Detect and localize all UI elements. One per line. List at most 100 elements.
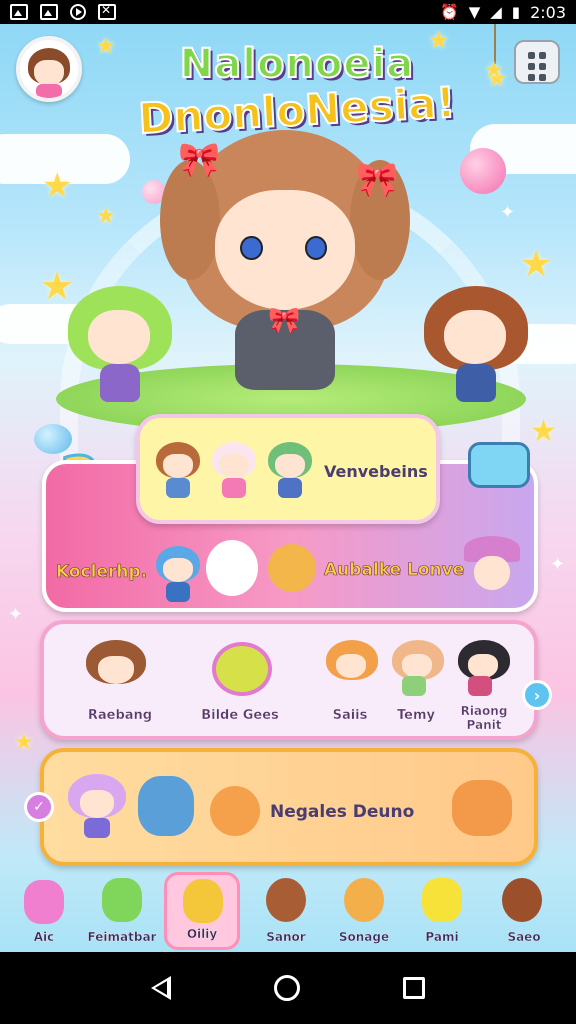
fox-character-icon: [452, 780, 512, 836]
game-title: Nalonoeia DnonloNesia!: [112, 41, 482, 144]
character-list-panel[interactable]: Raebang Bilde Gees Saiis Temy Riaong Pan…: [40, 620, 538, 740]
green-hair-character-icon: [268, 442, 312, 500]
grid-dot-icon: [539, 74, 546, 81]
avatar-body: [36, 84, 62, 98]
character-eye: [240, 235, 263, 260]
tab-label: Aic: [33, 930, 55, 944]
home-icon[interactable]: [273, 975, 300, 1001]
cube-mascot-icon: [468, 442, 530, 488]
tab-aic[interactable]: Aic: [6, 872, 82, 950]
list-character-5[interactable]: [458, 640, 510, 698]
signal-icon: ◢: [490, 3, 502, 21]
clock: 2:03: [530, 2, 566, 22]
back-icon[interactable]: [151, 976, 172, 1000]
grid-dot-icon: [539, 52, 546, 59]
hair-bow-icon: 🎀: [356, 160, 399, 200]
pink-panel-left-label: Koclerhp.: [56, 562, 148, 583]
hat-character: [464, 536, 520, 606]
bear-girl-icon: [502, 878, 542, 922]
character-face: [88, 310, 150, 364]
grid-dot-icon: [539, 63, 546, 70]
white-cat-character-icon: [212, 442, 256, 500]
avatar-face: [34, 60, 64, 86]
tab-label: Saeo: [507, 930, 541, 944]
grid-dot-icon: [528, 74, 535, 81]
recent-apps-icon[interactable]: [402, 977, 425, 999]
hair-bow-icon: 🎀: [178, 140, 221, 180]
tab-label: Sonage: [338, 930, 390, 944]
collar-bow-icon: 🎀: [268, 306, 301, 336]
orange-panel-label: Negales Deuno: [270, 802, 415, 822]
status-bar: ⏰ ▼ ◢ ▮ 2:03: [0, 0, 576, 24]
sparkle-icon: ✦: [8, 604, 24, 625]
star-icon: ★: [42, 166, 73, 206]
white-cat-icon: [206, 540, 258, 596]
wifi-icon: ▼: [468, 3, 481, 21]
star-icon: ★: [530, 414, 557, 449]
tab-saeo[interactable]: Saeo: [486, 872, 562, 950]
orange-panel[interactable]: Negales Deuno: [40, 748, 538, 866]
navigation-bar: [0, 952, 576, 1024]
tab-sanor[interactable]: Sanor: [248, 872, 324, 950]
top-yellow-panel[interactable]: Venvebeins: [136, 414, 440, 524]
hanging-star-icon: ★: [484, 58, 504, 83]
list-character-3[interactable]: [326, 640, 378, 698]
tab-label: Feimatbar: [87, 930, 157, 944]
yellow-bird-icon: [422, 878, 462, 922]
title-line-1: Nalonoeia: [179, 41, 415, 87]
profile-avatar-button[interactable]: [16, 36, 82, 102]
list-item-label: Raebang: [87, 708, 153, 723]
tab-sonage[interactable]: Sonage: [326, 872, 402, 950]
gallery-notification-icon: [40, 4, 58, 20]
cross-image-notification-icon: [98, 3, 116, 20]
purple-hair-character-icon: [68, 774, 126, 838]
character-face: [474, 556, 510, 590]
pink-mascot-icon: [24, 880, 64, 924]
green-hair-character[interactable]: [64, 286, 174, 406]
top-panel-label: Venvebeins: [324, 462, 428, 481]
battery-icon: ▮: [511, 3, 521, 21]
tab-pami[interactable]: Pami: [404, 872, 480, 950]
blue-cat-icon: [138, 776, 194, 836]
tab-label: Pami: [425, 930, 459, 944]
green-cat-icon: [102, 878, 142, 922]
bear-icon: [268, 544, 316, 592]
character-face: [444, 310, 506, 364]
next-arrow-button[interactable]: ›: [522, 680, 552, 710]
bottom-tab-bar: Aic Feimatbar Oiliy Sanor Sonage Pami Sa…: [0, 872, 576, 952]
tab-feimatbar[interactable]: Feimatbar: [84, 872, 160, 950]
hat-girl-icon: [183, 879, 223, 923]
list-item-label: Riaong Panit: [460, 704, 508, 732]
pink-panel-right-label: Aubalke Lonve: [324, 560, 465, 581]
game-screen: ★ ★ ★ ★ ★ ★ ★ ★ ★ ✦ ✦ ✦ ★ Nalonoeia Dnon…: [0, 24, 576, 952]
star-icon: ★: [14, 730, 34, 755]
tab-label: Sanor: [266, 930, 306, 944]
list-character-4[interactable]: [392, 640, 444, 698]
cat-ear-girl-icon: [344, 878, 384, 922]
brown-hair-girl-icon: [266, 878, 306, 922]
alarm-icon: ⏰: [440, 3, 459, 21]
balloon-decoration: [460, 148, 506, 194]
heart-toggle-button[interactable]: ✓: [24, 792, 54, 822]
grid-dot-icon: [528, 52, 535, 59]
orange-hair-character-icon: [156, 442, 200, 500]
blue-character-icon: [156, 546, 200, 604]
list-character-2[interactable]: [212, 642, 272, 696]
star-icon: ★: [96, 204, 116, 229]
character-face: [215, 190, 355, 310]
list-item-label: Bilde Gees: [201, 708, 279, 723]
character-dress: [100, 364, 140, 402]
main-character[interactable]: 🎀 🎀 🎀: [160, 120, 410, 410]
star-icon: ★: [520, 244, 553, 285]
menu-grid-button[interactable]: [514, 40, 560, 84]
character-dress: [456, 364, 496, 402]
character-eye: [304, 235, 327, 260]
grid-dot-icon: [528, 63, 535, 70]
play-notification-icon: [70, 4, 86, 20]
brown-hair-character[interactable]: [420, 286, 530, 406]
sparkle-icon: ✦: [500, 202, 516, 223]
sparkle-icon: ✦: [550, 554, 566, 575]
tab-oiliy[interactable]: Oiliy: [164, 872, 240, 950]
image-notification-icon: [10, 4, 28, 20]
list-character-1[interactable]: [86, 640, 146, 698]
